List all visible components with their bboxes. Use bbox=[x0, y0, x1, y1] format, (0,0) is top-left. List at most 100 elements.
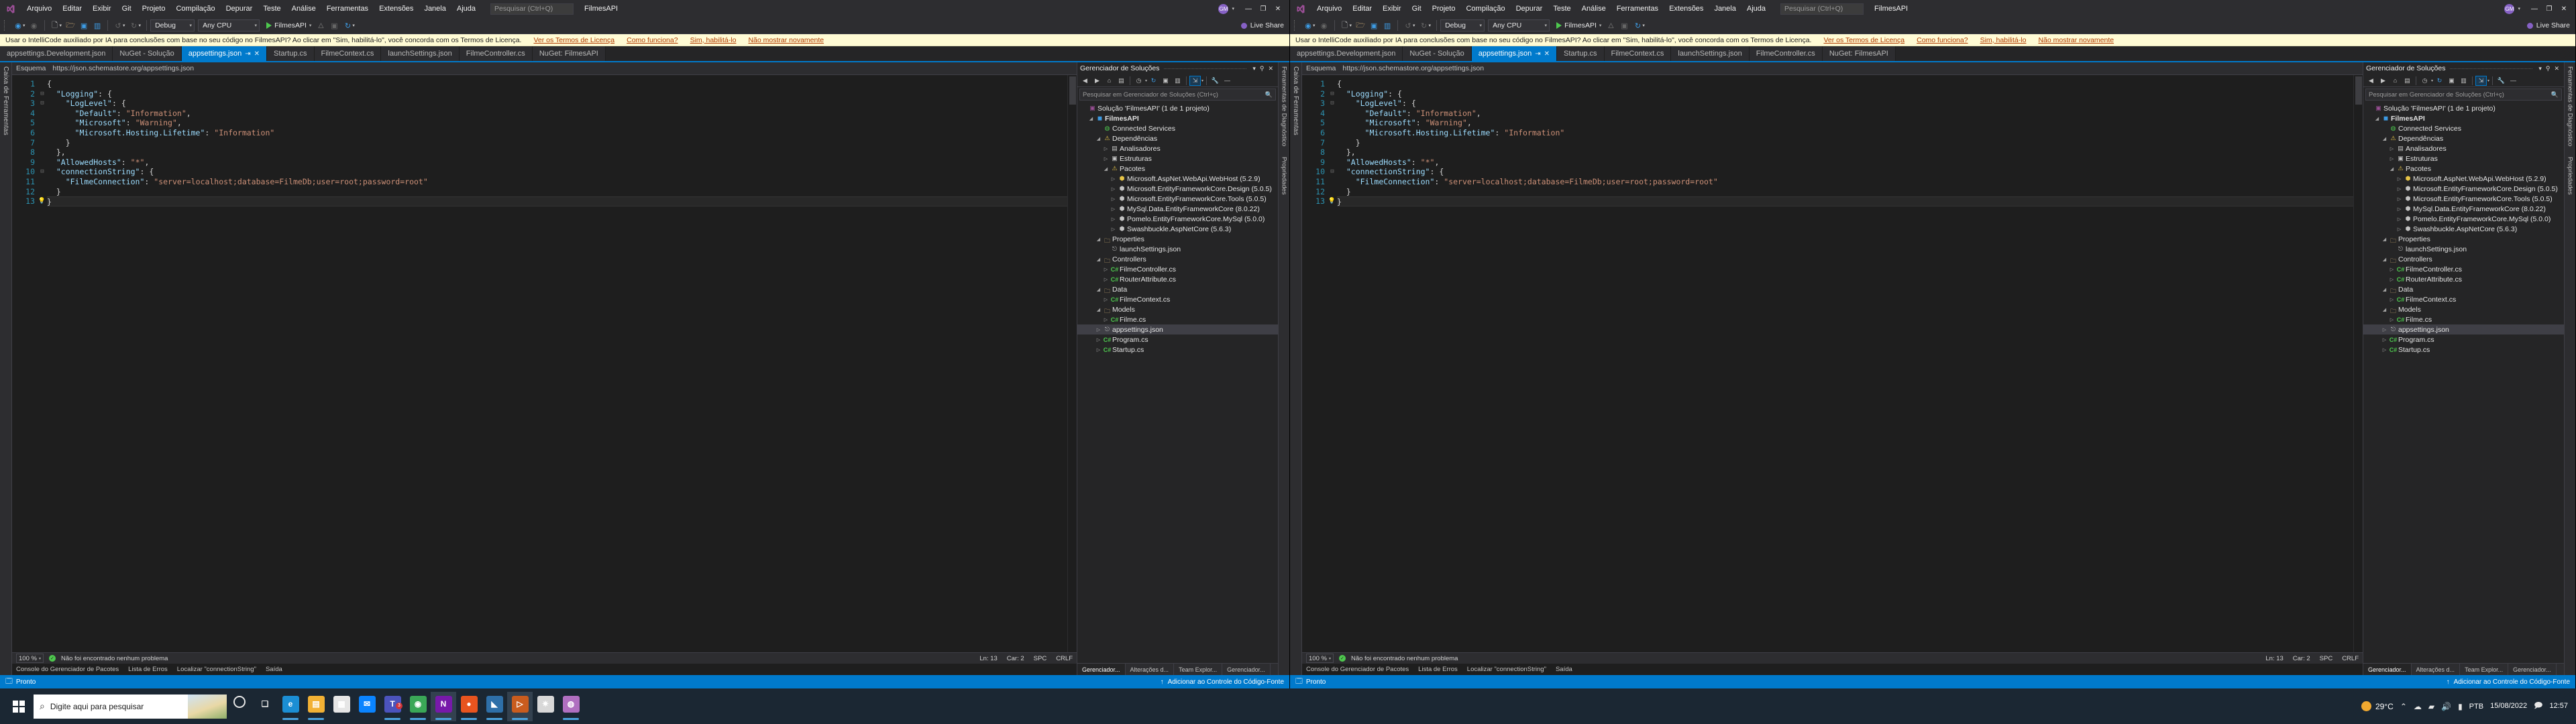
expander-icon[interactable]: ▷ bbox=[2396, 186, 2403, 192]
panel-tab-gerenciador-2[interactable]: Gerenciador... bbox=[1222, 664, 1271, 675]
tree-node[interactable]: ▷ ⬢ Pomelo.EntityFrameworkCore.MySql (5.0.… bbox=[2363, 214, 2564, 224]
tree-node[interactable]: ▷ ▤ Analisadores bbox=[2363, 143, 2564, 154]
fold-toggle[interactable]: ⊟ bbox=[1328, 167, 1337, 177]
tree-node[interactable]: ◍ Connected Services bbox=[2363, 123, 2564, 133]
panel2-tab-gerenciador-2[interactable]: Gerenciador... bbox=[2508, 664, 2557, 675]
bottom-tab-lista-de-erros[interactable]: Lista de Erros bbox=[128, 666, 168, 673]
switch-views-icon-2[interactable]: ▤ bbox=[2402, 76, 2413, 86]
bottom2-tab-lista-erros[interactable]: Lista de Erros bbox=[1418, 666, 1458, 673]
rail-item-ferramentas-diagnostico[interactable]: Ferramentas de Diagnóstico bbox=[1281, 66, 1288, 146]
tree-node[interactable]: ▷ ⬢ MySql.Data.EntityFrameworkCore (8.0.22… bbox=[1077, 204, 1278, 214]
fold-toggle[interactable]: ⊟ bbox=[1328, 99, 1337, 109]
menu2-depurar[interactable]: Depurar bbox=[1511, 2, 1548, 15]
expander-icon[interactable]: ▷ bbox=[2396, 227, 2403, 232]
solution-configuration-combo-2[interactable]: Debug ▾ bbox=[1440, 19, 1485, 32]
chevron-down-icon[interactable]: ▾ bbox=[1250, 65, 1258, 72]
tab-filmecontroller-cs[interactable]: FilmeController.cs bbox=[459, 46, 533, 61]
code-text-2[interactable]: { "Logging": { "LogLevel": { "Default": … bbox=[1337, 75, 2363, 652]
fold-toggle[interactable]: ⊟ bbox=[38, 167, 47, 177]
tree-node[interactable]: ▣ Solução 'FilmesAPI' (1 de 1 projeto) bbox=[2363, 103, 2564, 113]
cortana-icon[interactable] bbox=[227, 692, 252, 721]
code-line[interactable]: "FilmeConnection": "server=localhost;dat… bbox=[1337, 177, 2363, 187]
scrollbar-thumb-2[interactable] bbox=[2355, 76, 2362, 105]
chrome-icon[interactable]: ◉ bbox=[405, 692, 431, 721]
tab-startup-cs[interactable]: Startup.cs bbox=[266, 46, 315, 61]
expander-icon[interactable]: ▷ bbox=[2396, 217, 2403, 222]
scrollbar-thumb[interactable] bbox=[1069, 76, 1076, 105]
expander-icon[interactable]: ▷ bbox=[1102, 267, 1110, 272]
menu-arquivo[interactable]: Arquivo bbox=[21, 2, 57, 15]
tab2-appsettings-development-json[interactable]: appsettings.Development.json bbox=[1290, 46, 1403, 61]
menu-teste[interactable]: Teste bbox=[258, 2, 286, 15]
zoom-level-combo[interactable]: 100 % ▾ bbox=[16, 654, 44, 663]
menu-ferramentas[interactable]: Ferramentas bbox=[321, 2, 374, 15]
preview-selected-icon-2[interactable]: ⇲ bbox=[2475, 75, 2487, 86]
indentation-indicator-2[interactable]: SPC bbox=[2320, 655, 2333, 662]
volume-icon[interactable]: 🔊 bbox=[2441, 702, 2451, 711]
mail-icon[interactable]: ✉ bbox=[354, 692, 380, 721]
forward-icon-2[interactable]: ▶ bbox=[2377, 76, 2389, 86]
tree-node[interactable]: ▷ ⎋ appsettings.json bbox=[1077, 324, 1278, 335]
tree-node[interactable]: ◢ 🗀 Data bbox=[1077, 284, 1278, 294]
preview-selected-icon[interactable]: ⇲ bbox=[1189, 75, 1201, 86]
expander-icon[interactable]: ▷ bbox=[1110, 217, 1117, 222]
editor-vertical-scrollbar-2[interactable] bbox=[2353, 75, 2363, 652]
code-editor-2[interactable]: 12345678910111213 ⊟⊟⊟ { "Logging": { "Lo… bbox=[1302, 75, 2363, 652]
expander-icon[interactable]: ▷ bbox=[1110, 186, 1117, 192]
rail2-item-propriedades[interactable]: Propriedades bbox=[2567, 157, 2574, 195]
expander-icon[interactable]: ▷ bbox=[2388, 156, 2396, 162]
menu2-teste[interactable]: Teste bbox=[1548, 2, 1576, 15]
menu-analise[interactable]: Análise bbox=[286, 2, 321, 15]
zoom-level-combo-2[interactable]: 100 % ▾ bbox=[1306, 654, 1334, 663]
bottom-tab-localizar[interactable]: Localizar "connectionString" bbox=[177, 666, 256, 673]
refresh-caret-icon[interactable]: ▾ bbox=[352, 23, 355, 28]
tree-node[interactable]: ◢ ⚠ Dependências bbox=[2363, 133, 2564, 143]
undo-caret-icon-2[interactable]: ▾ bbox=[1413, 23, 1415, 28]
properties-icon[interactable]: 🔧 bbox=[1210, 76, 1221, 86]
chevron-down-icon-6[interactable]: ▾ bbox=[2536, 65, 2544, 72]
code-line[interactable]: "connectionString": { bbox=[47, 167, 1077, 177]
tree-node[interactable]: ◍ Connected Services bbox=[1077, 123, 1278, 133]
open-folder-icon-2[interactable]: 🗁 bbox=[1354, 19, 1367, 32]
status-source-control[interactable]: ↑ Adicionar ao Controle do Código-Fonte bbox=[1161, 678, 1284, 686]
tree-node[interactable]: ◢ 🗀 Data bbox=[2363, 284, 2564, 294]
code-line[interactable]: } bbox=[47, 196, 1077, 206]
eol-indicator-2[interactable]: CRLF bbox=[2342, 655, 2359, 662]
eol-indicator[interactable]: CRLF bbox=[1056, 655, 1073, 662]
file-explorer-icon[interactable]: ▤ bbox=[303, 692, 329, 721]
tree-node[interactable]: ◢ ◼ FilmesAPI bbox=[1077, 113, 1278, 123]
tab2-startup-cs[interactable]: Startup.cs bbox=[1556, 46, 1605, 61]
code-line[interactable]: }, bbox=[1337, 147, 2363, 158]
weather-widget[interactable]: 29°C bbox=[2361, 701, 2394, 711]
close-icon[interactable]: ✕ bbox=[254, 50, 260, 58]
account-chip[interactable]: GM ▾ bbox=[1218, 3, 1234, 14]
expander-icon[interactable]: ▷ bbox=[1102, 297, 1110, 302]
battery-icon[interactable]: ▮ bbox=[2458, 702, 2463, 711]
code-line[interactable]: } bbox=[47, 187, 1077, 197]
fold-margin-2[interactable]: ⊟ ⊟ ⊟ bbox=[1328, 75, 1337, 652]
panel2-tab-gerenciador-solucoes[interactable]: Gerenciador... bbox=[2363, 664, 2412, 675]
live-share-button-2[interactable]: Live Share bbox=[2526, 21, 2570, 29]
fold-margin[interactable]: ⊟ ⊟ ⊟ bbox=[38, 75, 47, 652]
code-line[interactable]: "FilmeConnection": "server=localhost;dat… bbox=[47, 177, 1077, 187]
expander-icon[interactable]: ▷ bbox=[1110, 227, 1117, 232]
taskbar-search-input[interactable]: ⌕ Digite aqui para pesquisar bbox=[34, 694, 227, 719]
menu2-extensoes[interactable]: Extensões bbox=[1664, 2, 1709, 15]
link-sim-habilita-lo[interactable]: Sim, habilitá-lo bbox=[690, 36, 737, 44]
whatsapp-icon[interactable]: ● bbox=[456, 692, 482, 721]
start-debug-button-2[interactable]: FilmesAPI ▾ bbox=[1554, 21, 1604, 29]
panel-tab-team-explorer[interactable]: Team Explor... bbox=[1174, 664, 1223, 675]
menu2-projeto[interactable]: Projeto bbox=[1427, 2, 1461, 15]
code-line[interactable]: } bbox=[47, 138, 1077, 148]
network-icon[interactable]: ▰ bbox=[2428, 702, 2434, 711]
rail-item-caixa-de-ferramentas[interactable]: Caixa de Ferramentas bbox=[2, 66, 9, 135]
tree-node[interactable]: ▷ ▤ Analisadores bbox=[1077, 143, 1278, 154]
code-line[interactable]: "LogLevel": { bbox=[47, 99, 1077, 109]
back-dropdown-caret-icon[interactable]: ▾ bbox=[23, 23, 25, 28]
start-debug-button[interactable]: FilmesAPI ▾ bbox=[264, 21, 314, 29]
show-all-files-icon[interactable]: ▥ bbox=[1172, 76, 1183, 86]
magnifier-icon[interactable]: 🔍 bbox=[1265, 91, 1273, 99]
close-icon-3[interactable]: ✕ bbox=[2552, 65, 2561, 72]
tree-node[interactable]: ◢ ⚠ Pacotes bbox=[1077, 164, 1278, 174]
code-line[interactable]: "Logging": { bbox=[47, 89, 1077, 99]
